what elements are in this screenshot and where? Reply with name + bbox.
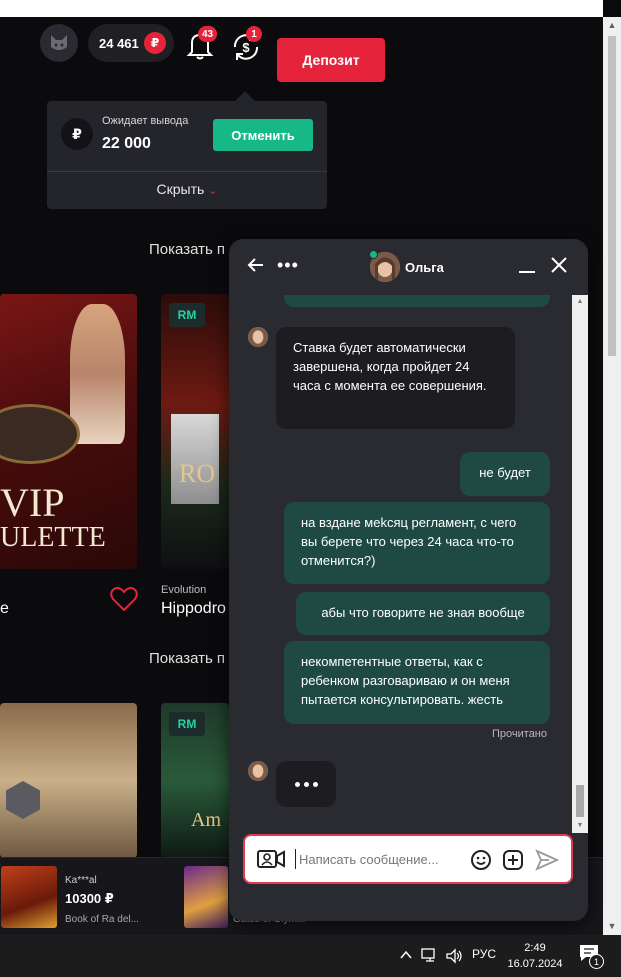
divider [47,171,327,172]
game-tile-blackjack[interactable] [0,703,137,858]
minimize-icon[interactable] [518,256,536,274]
deposit-button[interactable]: Депозит [277,38,385,82]
message-bubble-user: абы что говорите не зная вообще [296,592,550,635]
svg-text:$: $ [242,40,250,55]
volume-icon[interactable] [445,948,463,964]
agent-mini-avatar [248,761,268,781]
support-chat-window: ••• Ольга Ставка будет автоматически зав… [229,239,588,921]
close-icon[interactable] [550,256,568,274]
message-composer [243,834,573,884]
cancel-withdraw-button[interactable]: Отменить [213,119,313,151]
scroll-thumb[interactable] [608,36,616,356]
video-call-icon[interactable] [257,849,285,869]
action-center-button[interactable]: 1 [578,943,604,969]
more-options-icon[interactable]: ••• [277,255,299,276]
tile-title-line2: ULETTE [0,522,106,553]
attach-plus-icon[interactable] [502,849,524,871]
message-bubble-user: не будет [460,452,550,496]
win-game-thumb-1[interactable] [1,866,57,928]
tile-title-line1: VIP [0,480,65,525]
hide-label: Скрыть [156,181,205,197]
read-status: Прочитано [492,728,547,740]
win-amount-1: 10300 ₽ [65,891,114,906]
game-tile-vip-roulette[interactable]: VIP ULETTE [0,294,137,569]
profile-avatar[interactable] [40,24,78,62]
send-icon[interactable] [535,849,559,871]
browser-top-strip [0,0,603,17]
notifications-badge: 43 [198,26,218,42]
chat-header: ••• Ольга [229,239,588,295]
notifications-button[interactable]: 43 [186,26,218,60]
message-bubble-agent: Ставка будет автоматически завершена, ко… [276,327,515,429]
message-bubble-partial [284,295,550,307]
message-bubble-user: на вздане меkсяц регламент, с чего вы бе… [284,502,550,584]
rm-badge: RM [169,303,205,327]
pending-withdraw-label: Ожидает вывода [102,115,189,127]
clock-time: 2:49 [524,942,546,954]
game-tile-hippodrome[interactable]: RO [161,294,229,569]
win-game-thumb-2[interactable] [184,866,228,928]
scroll-down-arrow-icon[interactable]: ▼ [603,918,621,935]
agent-name: Ольга [405,260,444,275]
chat-scrollbar[interactable]: ▲ ▼ [572,295,588,833]
withdraw-popup: ₽ Ожидает вывода 22 000 Отменить Скрыть ⌄ [47,91,327,209]
ruble-icon: ₽ [144,32,166,54]
pending-withdraw-amount: 22 000 [102,135,151,152]
language-indicator[interactable]: РУС [472,947,496,961]
win-user-1: Ka***al [65,875,97,886]
emoji-icon[interactable] [470,849,492,871]
game-name-partial: e [0,600,9,617]
message-bubble-user: некомпетентные ответы, как с ребенком ра… [284,641,550,724]
network-icon[interactable] [421,948,439,964]
clock-date: 16.07.2024 [507,958,563,970]
back-arrow-icon[interactable] [247,256,265,274]
popup-caret [235,91,255,111]
scroll-up-arrow-icon[interactable]: ▲ [603,17,621,34]
show-more-link-2[interactable]: Показать п [149,650,225,667]
chat-scroll-up-icon[interactable]: ▲ [572,295,588,309]
system-clock[interactable]: 2:49 16.07.2024 [504,940,566,972]
message-input[interactable] [295,849,465,869]
message-list[interactable]: Ставка будет автоматически завершена, ко… [229,295,572,833]
game-provider: Evolution [161,584,207,596]
tile-text-partial: RO [179,459,216,488]
chevron-down-icon: ⌄ [208,185,218,197]
chevron-up-icon[interactable] [400,950,412,960]
windows-taskbar: РУС 2:49 16.07.2024 1 [0,935,621,977]
show-more-link-1[interactable]: Показать п [149,241,225,258]
chat-scroll-down-icon[interactable]: ▼ [572,819,588,833]
favorite-heart-icon[interactable] [110,586,138,612]
game-name[interactable]: Hippodro [161,600,226,618]
balance-pill[interactable]: 24 461 ₽ [88,24,174,62]
withdrawals-button[interactable]: $ 1 [229,26,263,64]
withdrawals-badge: 1 [246,26,262,42]
balance-amount: 24 461 [99,35,139,51]
win-game-1: Book of Ra del... [65,914,139,925]
typing-indicator [276,761,336,807]
dealer-image [70,304,125,444]
cards-icon [6,781,40,819]
cat-icon [51,35,67,50]
page-scrollbar[interactable]: ▲ ▼ [603,17,621,935]
ruble-coin-icon: ₽ [61,118,93,150]
agent-mini-avatar [248,327,268,347]
rm-badge-2: RM [169,712,205,736]
chat-scroll-thumb[interactable] [576,785,584,817]
tile-text-partial-2: Am [191,809,221,831]
hide-popup-button[interactable]: Скрыть ⌄ [47,181,327,197]
online-status-dot [369,250,378,259]
notification-center-count: 1 [589,954,604,969]
roulette-wheel-image [0,404,80,464]
